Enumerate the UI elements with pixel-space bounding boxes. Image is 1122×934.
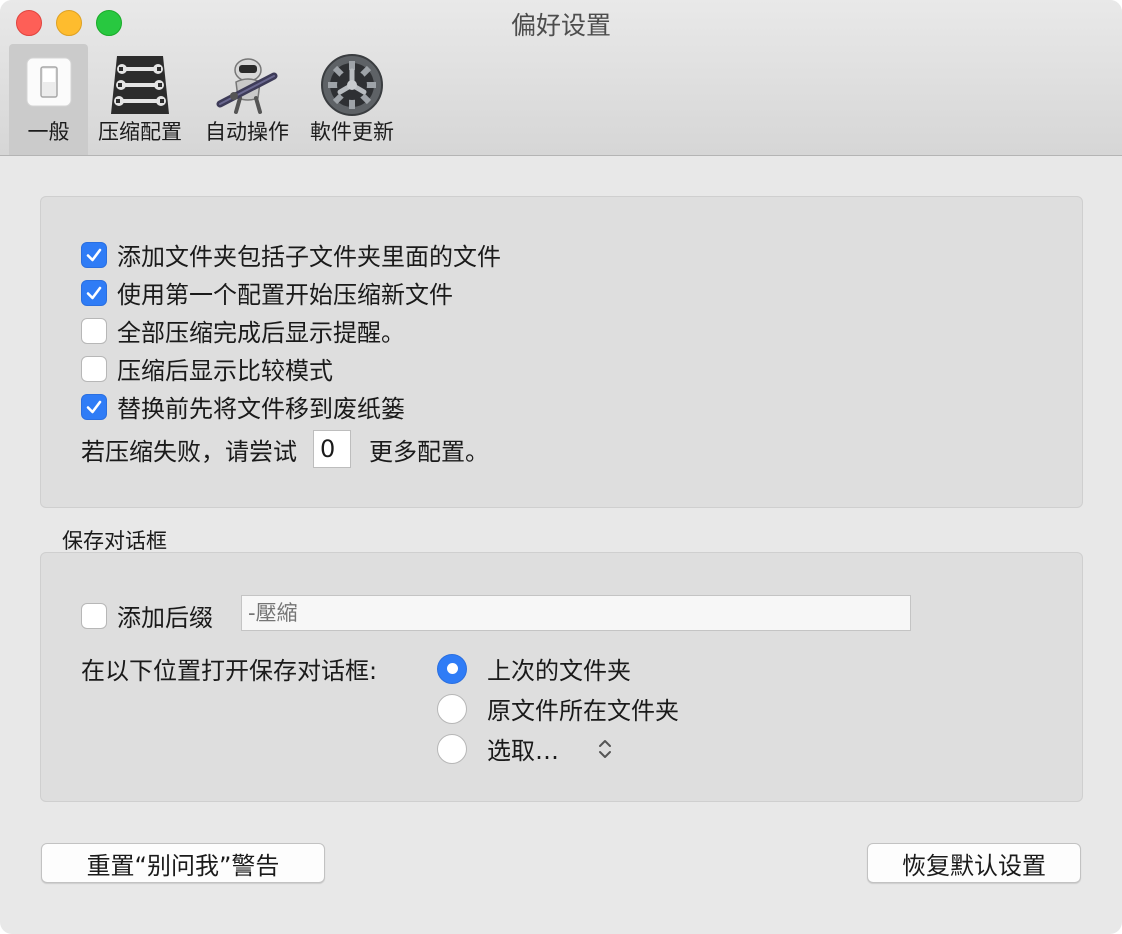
gear-icon: [321, 54, 383, 116]
option-label: 添加后缀: [117, 604, 213, 632]
retry-row: 若压缩失败，请尝试 0 更多配置。: [81, 430, 489, 468]
checkbox[interactable]: [81, 279, 107, 306]
tab-automation[interactable]: 自动操作: [199, 44, 295, 155]
option-use-first-profile[interactable]: 使用第一个配置开始压缩新文件: [81, 275, 453, 310]
wrench-list-icon: [111, 56, 169, 114]
retry-prefix-label: 若压缩失败，请尝试: [81, 437, 297, 466]
option-label: 全部压缩完成后显示提醒。: [117, 319, 405, 347]
retry-suffix-label: 更多配置。: [369, 437, 489, 466]
tab-software-update[interactable]: 軟件更新: [304, 44, 400, 155]
restore-defaults-button[interactable]: 恢复默认设置: [867, 843, 1081, 883]
checkbox[interactable]: [81, 241, 107, 268]
tab-compression-profiles-label: 压缩配置: [98, 120, 182, 144]
option-show-compare-mode[interactable]: 压缩后显示比较模式: [81, 351, 333, 386]
radio-label: 原文件所在文件夹: [487, 697, 679, 725]
radio-original-folder[interactable]: 原文件所在文件夹: [437, 691, 679, 726]
radio-button[interactable]: [437, 653, 467, 684]
option-include-subfolders[interactable]: 添加文件夹包括子文件夹里面的文件: [81, 237, 501, 272]
save-dialog-section-title: 保存对话框: [62, 529, 167, 553]
checkmark-icon: [86, 400, 102, 413]
checkbox[interactable]: [81, 393, 107, 420]
option-show-completion-alert[interactable]: 全部压缩完成后显示提醒。: [81, 313, 405, 348]
tab-automation-label: 自动操作: [205, 120, 289, 144]
switch-icon: [26, 57, 71, 107]
tab-compression-profiles[interactable]: 压缩配置: [92, 44, 188, 155]
retry-count-field[interactable]: 0: [313, 430, 351, 468]
option-label: 压缩后显示比较模式: [117, 357, 333, 385]
title-toolbar: 偏好设置 一般 压缩配置 自动操作 軟件更新: [0, 0, 1122, 156]
tab-general-label: 一般: [27, 120, 70, 144]
option-add-suffix[interactable]: 添加后缀: [81, 598, 213, 633]
tab-general[interactable]: 一般: [9, 44, 88, 155]
option-label: 使用第一个配置开始压缩新文件: [117, 281, 453, 309]
radio-label: 选取…: [487, 737, 559, 765]
checkbox[interactable]: [81, 602, 107, 629]
radio-last-folder[interactable]: 上次的文件夹: [437, 651, 631, 686]
save-location-label: 在以下位置打开保存对话框:: [81, 657, 378, 685]
option-label: 添加文件夹包括子文件夹里面的文件: [117, 243, 501, 271]
option-move-to-trash[interactable]: 替换前先将文件移到废纸篓: [81, 389, 405, 424]
window-title: 偏好设置: [510, 11, 611, 40]
checkbox[interactable]: [81, 317, 107, 344]
suffix-input[interactable]: [241, 595, 911, 631]
preferences-window: 偏好设置 一般 压缩配置 自动操作 軟件更新 添加文件夹包括子文件夹里面的文件 …: [0, 0, 1122, 934]
radio-button[interactable]: [437, 733, 467, 764]
radio-choose-folder[interactable]: 选取…: [437, 731, 613, 766]
popup-chevrons-icon[interactable]: [597, 736, 613, 762]
radio-label: 上次的文件夹: [487, 657, 631, 685]
option-label: 替换前先将文件移到废纸篓: [117, 395, 405, 423]
checkmark-icon: [86, 286, 102, 299]
tab-software-update-label: 軟件更新: [310, 120, 394, 144]
reset-warnings-button[interactable]: 重置“别问我”警告: [41, 843, 325, 883]
checkbox[interactable]: [81, 355, 107, 382]
radio-button[interactable]: [437, 693, 467, 724]
automator-robot-icon: [216, 58, 278, 114]
checkmark-icon: [86, 248, 102, 261]
